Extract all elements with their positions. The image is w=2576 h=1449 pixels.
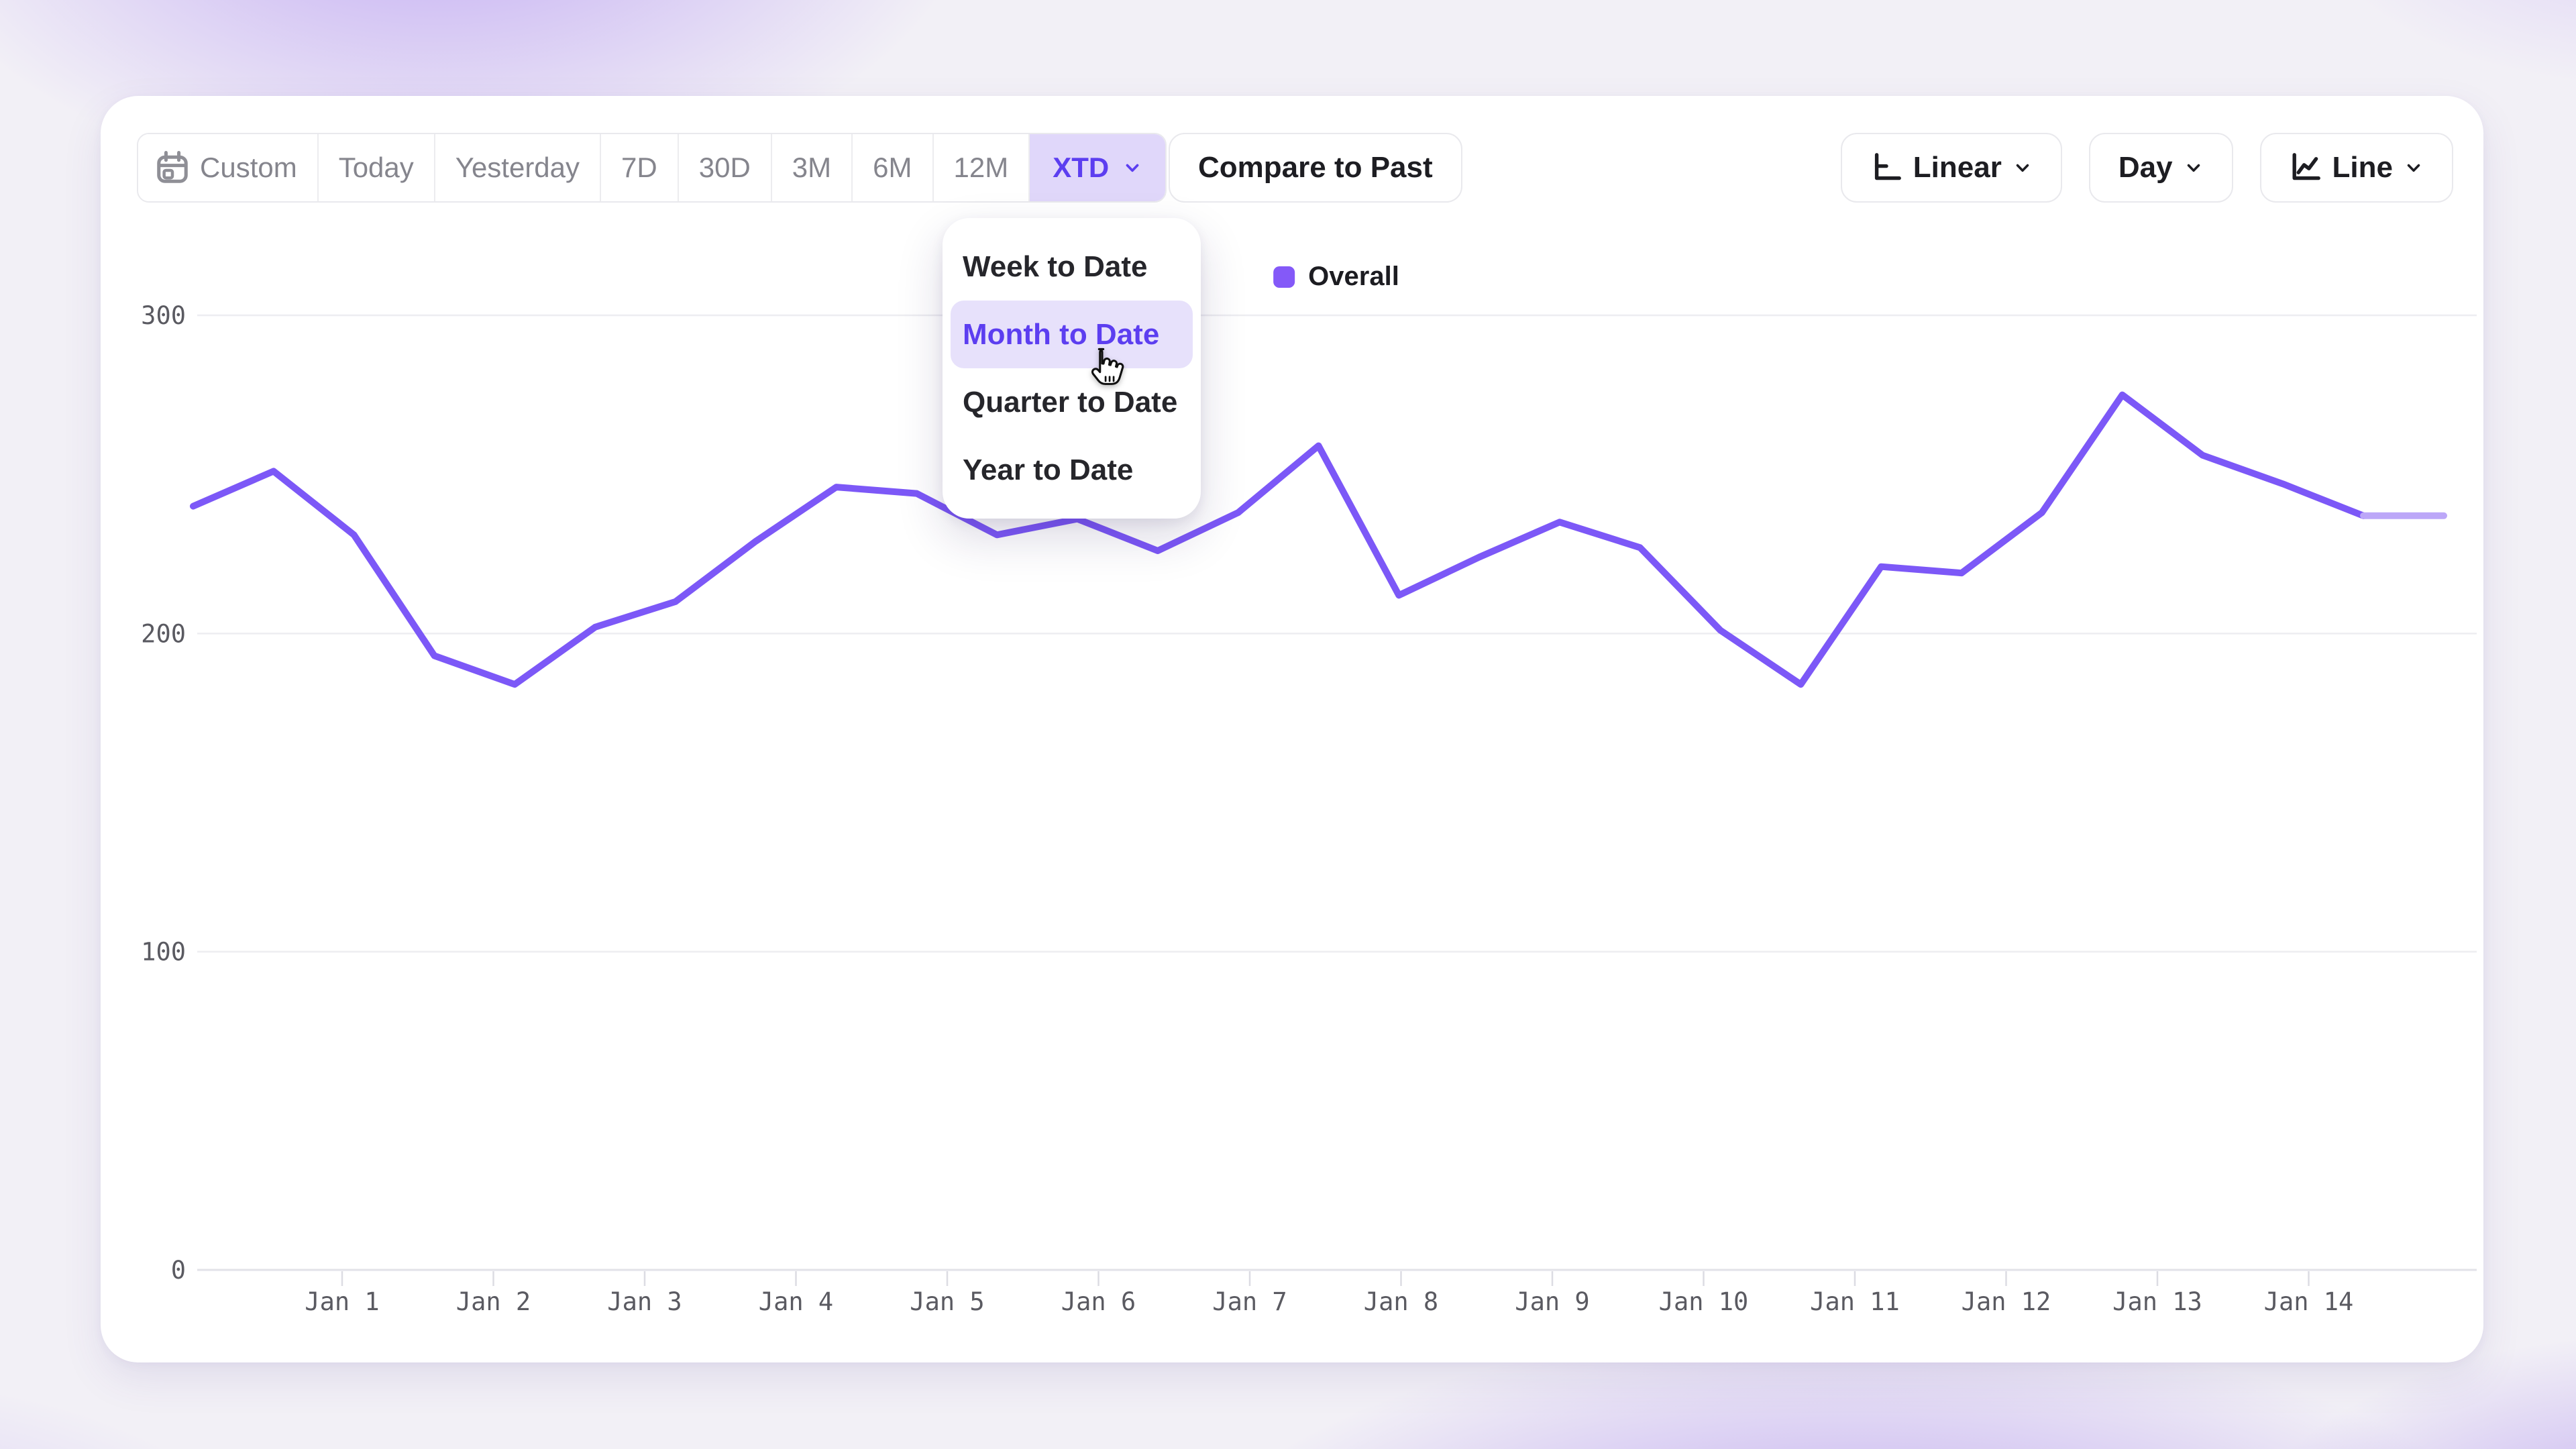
x-axis-label: Jan 4	[759, 1287, 833, 1316]
x-axis-label: Jan 10	[1659, 1287, 1749, 1316]
y-axis-label: 200	[141, 619, 186, 648]
menu-item-week-to-date[interactable]: Week to Date	[951, 233, 1193, 301]
page-background: Custom Today Yesterday 7D 30D 3M 6M 12M …	[0, 0, 2576, 1449]
x-axis-label: Jan 8	[1364, 1287, 1438, 1316]
x-axis-label: Jan 11	[1810, 1287, 1900, 1316]
x-axis-label: Jan 7	[1212, 1287, 1287, 1316]
x-axis-label: Jan 14	[2264, 1287, 2354, 1316]
x-axis-label: Jan 9	[1515, 1287, 1589, 1316]
menu-item-quarter-to-date[interactable]: Quarter to Date	[951, 368, 1193, 436]
legend-series-label: Overall	[1308, 262, 1399, 292]
menu-item-month-to-date[interactable]: Month to Date	[951, 301, 1193, 368]
overall-line-series	[193, 395, 2363, 685]
legend-swatch	[1273, 266, 1295, 288]
menu-item-year-to-date[interactable]: Year to Date	[951, 436, 1193, 504]
y-axis-label: 100	[141, 938, 186, 967]
xtd-range-menu: Week to Date Month to Date Quarter to Da…	[943, 218, 1201, 519]
mouse-cursor-pointer-icon	[1085, 347, 1124, 392]
x-axis-label: Jan 13	[2112, 1287, 2202, 1316]
x-axis-label: Jan 5	[910, 1287, 984, 1316]
y-axis-label: 0	[171, 1256, 186, 1285]
chart-legend: Overall	[1273, 262, 1399, 292]
x-axis-label: Jan 2	[456, 1287, 531, 1316]
chart-card: Custom Today Yesterday 7D 30D 3M 6M 12M …	[101, 96, 2483, 1362]
x-axis-label: Jan 6	[1061, 1287, 1136, 1316]
y-axis-label: 300	[141, 301, 186, 330]
x-axis-label: Jan 3	[607, 1287, 682, 1316]
x-axis-label: Jan 12	[1962, 1287, 2051, 1316]
x-axis-label: Jan 1	[305, 1287, 379, 1316]
